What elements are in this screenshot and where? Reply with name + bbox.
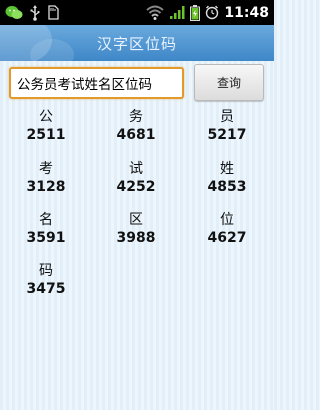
signal-icon — [169, 5, 185, 20]
result-item: 名 3591 — [11, 211, 81, 247]
result-code: 2511 — [26, 127, 66, 143]
wechat-icon — [5, 5, 23, 21]
result-item: 试 4252 — [101, 160, 171, 196]
alarm-icon — [205, 5, 219, 20]
result-item: 区 3988 — [101, 211, 171, 247]
query-button[interactable]: 查询 — [194, 64, 264, 101]
result-char: 码 — [39, 263, 53, 279]
result-char: 位 — [220, 212, 234, 228]
result-code: 5217 — [207, 127, 247, 143]
usb-icon — [29, 4, 41, 21]
result-item: 公 2511 — [11, 108, 81, 144]
result-code: 4252 — [116, 179, 156, 195]
result-item: 员 5217 — [192, 108, 262, 144]
result-item: 考 3128 — [11, 160, 81, 196]
result-code: 3475 — [26, 281, 66, 297]
result-char: 考 — [39, 161, 53, 177]
result-code: 4627 — [207, 230, 247, 246]
result-code: 3128 — [26, 179, 66, 195]
result-code: 3591 — [26, 230, 66, 246]
result-char: 名 — [39, 212, 53, 228]
result-char: 务 — [129, 109, 143, 125]
page-title: 汉字区位码 — [96, 34, 177, 53]
status-time: 11:48 — [224, 4, 269, 21]
wifi-icon — [146, 5, 165, 20]
result-code: 4681 — [116, 127, 156, 143]
result-item: 位 4627 — [192, 211, 262, 247]
result-code: 3988 — [116, 230, 156, 246]
battery-icon — [190, 4, 201, 21]
search-input[interactable] — [9, 67, 184, 99]
title-bar: 汉字区位码 — [0, 25, 274, 61]
sd-card-icon — [47, 5, 59, 20]
result-item: 姓 4853 — [192, 160, 262, 196]
title-decoration — [30, 39, 74, 61]
result-char: 姓 — [220, 161, 234, 177]
result-char: 区 — [129, 212, 143, 228]
result-char: 公 — [39, 109, 53, 125]
result-char: 试 — [129, 161, 143, 177]
result-item: 务 4681 — [101, 108, 171, 144]
result-item: 码 3475 — [11, 262, 81, 298]
result-code: 4853 — [207, 179, 247, 195]
result-char: 员 — [220, 109, 234, 125]
status-bar: 11:48 — [0, 0, 274, 25]
